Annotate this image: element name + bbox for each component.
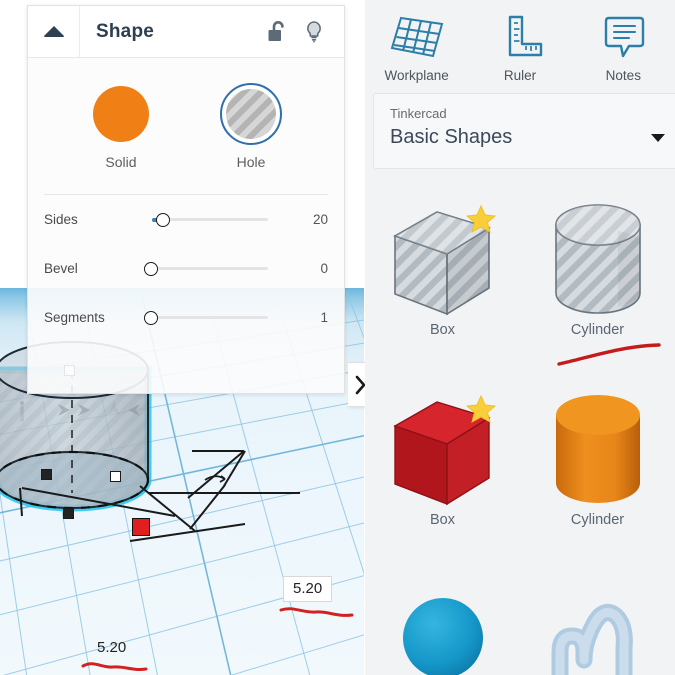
- panel-header-icons: [267, 20, 344, 44]
- swatch-label: Solid: [105, 154, 137, 170]
- dimension-label[interactable]: 5.20: [283, 576, 333, 602]
- panel-collapse-button[interactable]: [28, 6, 80, 57]
- tool-workplane[interactable]: Workplane: [365, 8, 468, 83]
- hole-stripe-fill: [226, 89, 276, 139]
- gallery-item-box-solid[interactable]: Box: [365, 380, 520, 570]
- slider-track: [152, 267, 268, 270]
- slider-segments[interactable]: [144, 309, 286, 327]
- ruler-icon: [508, 15, 543, 57]
- tool-label: Ruler: [503, 68, 537, 83]
- collection-selected-value: Basic Shapes: [390, 126, 513, 148]
- tool-label: Notes: [605, 68, 641, 83]
- slider-value: 0: [320, 261, 328, 276]
- slider-thumb[interactable]: [144, 261, 158, 276]
- shape-thumbnail: [365, 190, 520, 330]
- slider-label: Sides: [44, 212, 78, 227]
- tinkercad-editor: 5.20 5.20 Shape Solid Hole Sides 20 Beve…: [0, 0, 675, 675]
- dimension-label[interactable]: 5.20: [88, 636, 135, 660]
- swatch-label: Hole: [236, 154, 266, 170]
- slider-value: 20: [312, 212, 328, 227]
- shape-thumbnail: [520, 570, 675, 675]
- tool-ruler[interactable]: Ruler: [468, 8, 571, 83]
- unlocked-padlock-icon[interactable]: [267, 20, 287, 44]
- solid-circle-swatch[interactable]: [93, 86, 149, 142]
- shape-thumbnail: [520, 190, 675, 330]
- star-badge-icon: [466, 204, 496, 234]
- slider-sides[interactable]: [144, 211, 286, 229]
- collection-category-label: Tinkercad: [390, 106, 447, 121]
- hole-striped-swatch[interactable]: [220, 83, 282, 145]
- slider-thumb[interactable]: [144, 310, 158, 325]
- star-badge-icon: [466, 394, 496, 424]
- slider-label: Bevel: [44, 261, 78, 276]
- gallery-item-box-hole[interactable]: Box: [365, 190, 520, 380]
- shape-thumbnail: [520, 380, 675, 520]
- slider-label: Segments: [44, 310, 105, 325]
- gallery-item-scribble[interactable]: [520, 570, 675, 675]
- shape-collection-dropdown[interactable]: Tinkercad Basic Shapes: [373, 93, 675, 169]
- tool-label: Workplane: [384, 68, 449, 83]
- shape-thumbnail: [365, 570, 520, 675]
- lightbulb-icon[interactable]: [304, 20, 324, 44]
- gallery-item-cylinder-hole[interactable]: Cylinder: [520, 190, 675, 380]
- slider-row-bevel: Bevel 0: [28, 244, 344, 293]
- panel-header: Shape: [28, 6, 344, 58]
- panel-body: Solid Hole Sides 20 Bevel 0 Segments 1: [28, 58, 344, 342]
- shape-properties-panel: Shape Solid Hole Sides 20 Bevel 0 Segmen…: [27, 5, 345, 394]
- notes-speech-bubble-icon: [605, 16, 645, 58]
- shape-style-swatches: Solid Hole: [28, 58, 344, 180]
- slider-bevel[interactable]: [144, 260, 286, 278]
- shape-thumbnail: [365, 380, 520, 520]
- slider-row-sides: Sides 20: [28, 195, 344, 244]
- slider-track: [152, 316, 268, 319]
- panel-title: Shape: [96, 20, 155, 42]
- editor-toolbar: Workplane Ruler Notes: [365, 0, 675, 83]
- triangle-up-icon: [43, 26, 64, 37]
- gallery-row: Box Cylinder: [365, 380, 675, 570]
- swatch-hole[interactable]: Hole: [220, 83, 282, 170]
- right-sidebar: Workplane Ruler Notes Tinkercad Basic Sh…: [365, 0, 675, 675]
- gallery-item-sphere[interactable]: [365, 570, 520, 675]
- chevron-right-icon: [355, 375, 365, 394]
- slider-value: 1: [320, 310, 328, 325]
- gallery-item-cylinder-solid[interactable]: Cylinder: [520, 380, 675, 570]
- workplane-grid-icon: [390, 16, 443, 58]
- chevron-down-icon[interactable]: [649, 132, 667, 144]
- swatch-solid[interactable]: Solid: [90, 86, 152, 170]
- gallery-row: [365, 570, 675, 675]
- shape-gallery: Box Cylinder Box Cylinder: [365, 190, 675, 675]
- slider-thumb[interactable]: [156, 212, 170, 227]
- tool-notes[interactable]: Notes: [572, 8, 675, 83]
- slider-row-segments: Segments 1: [28, 293, 344, 342]
- gallery-row: Box Cylinder: [365, 190, 675, 380]
